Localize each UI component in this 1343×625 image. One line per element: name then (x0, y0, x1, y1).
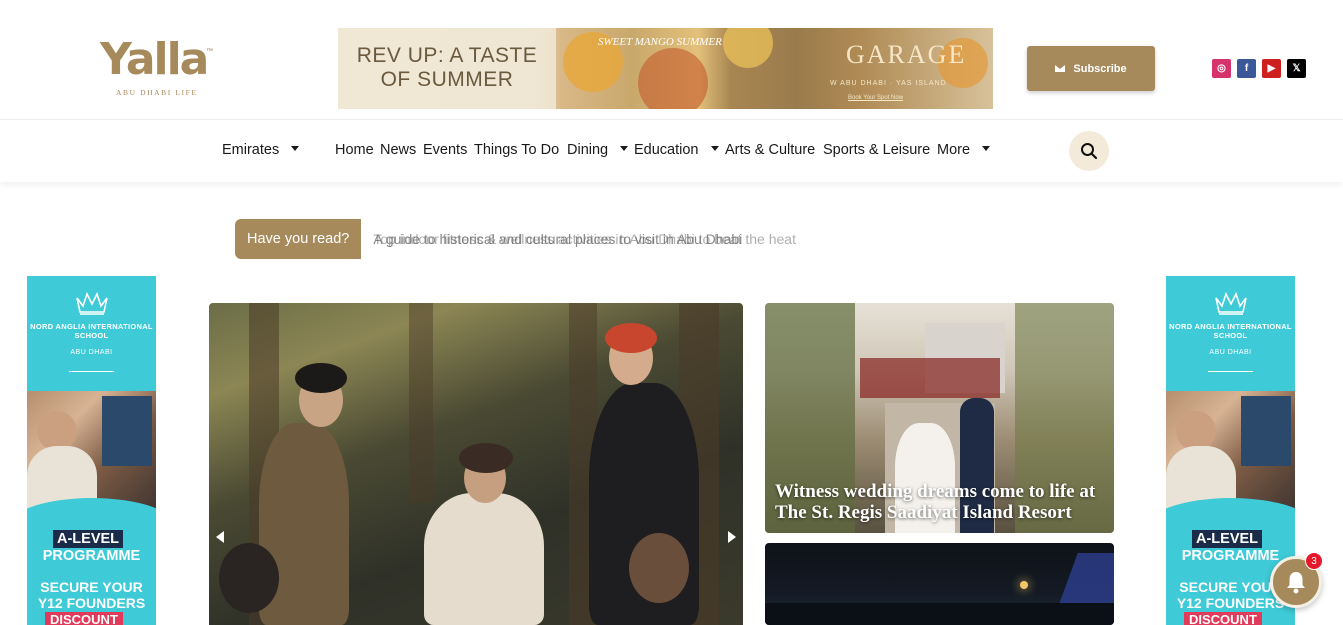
ad-school-name: NORD ANGLIA INTERNATIONAL SCHOOL (1169, 322, 1292, 340)
site-logo[interactable]: Yalla ™ ABU DHABI LIFE (100, 38, 220, 98)
ticker-label: Have you read? (235, 219, 362, 259)
header-ad-banner[interactable]: REV UP: A TASTE OF SUMMER SWEET MANGO SU… (338, 28, 993, 109)
nav-education[interactable]: Education (634, 142, 719, 158)
logo-tagline: ABU DHABI LIFE (116, 88, 198, 97)
bell-icon (1287, 572, 1305, 594)
ad-secure: SECURE YOUR Y12 FOUNDERS (37, 579, 146, 611)
nav-things-to-do[interactable]: Things To Do (474, 142, 559, 158)
featured-slider[interactable] (209, 303, 743, 625)
crown-icon (76, 291, 108, 315)
ad-discount: DISCOUNT (1184, 612, 1262, 625)
chevron-down-icon (710, 145, 719, 151)
subscribe-button[interactable]: Subscribe (1027, 46, 1155, 91)
slider-prev-arrow[interactable] (216, 531, 224, 543)
chevron-down-icon (982, 145, 991, 151)
instagram-icon[interactable]: ◎ (1212, 59, 1231, 78)
news-ticker: Have you read? Top indoor fitness & well… (235, 219, 796, 259)
nav-sports-leisure[interactable]: Sports & Leisure (823, 142, 930, 158)
logo-wordmark: Yalla (100, 34, 209, 85)
ticker-headline-outgoing: Top indoor fitness & wellness activities… (373, 231, 796, 247)
youtube-icon[interactable]: ▶ (1262, 59, 1281, 78)
left-side-ad[interactable]: NORD ANGLIA INTERNATIONAL SCHOOL ABU DHA… (27, 276, 156, 625)
banner-brand: GARAGE (846, 40, 967, 69)
x-icon[interactable]: 𝕏 (1287, 59, 1306, 78)
ad-school-name: NORD ANGLIA INTERNATIONAL SCHOOL (30, 322, 153, 340)
ad-programme: PROGRAMME (1181, 548, 1280, 564)
ad-tag: A-LEVEL (1192, 530, 1263, 548)
card-title: Witness wedding dreams come to life at T… (775, 481, 1096, 523)
search-button[interactable] (1069, 131, 1109, 171)
nav-more[interactable]: More (937, 142, 991, 158)
nav-arts-culture[interactable]: Arts & Culture (725, 142, 815, 158)
secondary-card[interactable] (765, 543, 1114, 625)
nav-dining[interactable]: Dining (567, 142, 629, 158)
notification-count-badge: 3 (1305, 552, 1323, 570)
ad-tag: A-LEVEL (53, 530, 124, 548)
slider-next-arrow[interactable] (728, 531, 736, 543)
crown-icon (1215, 291, 1247, 315)
subscribe-label: Subscribe (1073, 62, 1127, 75)
ad-discount: DISCOUNT (45, 612, 123, 625)
social-links: ◎ f ▶ 𝕏 (1212, 59, 1306, 78)
site-header: Yalla ™ ABU DHABI LIFE REV UP: A TASTE O… (0, 0, 1343, 118)
ticker-headline[interactable]: Top indoor fitness & wellness activities… (373, 231, 796, 247)
nav-events[interactable]: Events (423, 142, 467, 158)
ad-programme: PROGRAMME (42, 548, 141, 564)
nav-news[interactable]: News (380, 142, 416, 158)
featured-card[interactable]: Witness wedding dreams come to life at T… (765, 303, 1114, 533)
banner-location: W ABU DHABI · YAS ISLAND (830, 80, 947, 87)
main-nav: Emirates Home News Events Things To Do D… (0, 119, 1343, 182)
banner-headline: REV UP: A TASTE OF SUMMER (356, 44, 538, 91)
page: Yalla ™ ABU DHABI LIFE REV UP: A TASTE O… (0, 0, 1343, 625)
ad-city: ABU DHABI (1209, 349, 1252, 356)
ad-city: ABU DHABI (70, 349, 113, 356)
facebook-icon[interactable]: f (1237, 59, 1256, 78)
chevron-down-icon (620, 145, 629, 151)
nav-home[interactable]: Home (335, 142, 374, 158)
search-icon (1081, 143, 1098, 160)
nav-emirates[interactable]: Emirates (222, 142, 300, 158)
banner-cta: Book Your Spot Now (848, 95, 904, 101)
banner-promo-name: SWEET MANGO SUMMER (598, 36, 722, 48)
chevron-down-icon (291, 145, 300, 151)
mail-icon (1055, 65, 1066, 72)
